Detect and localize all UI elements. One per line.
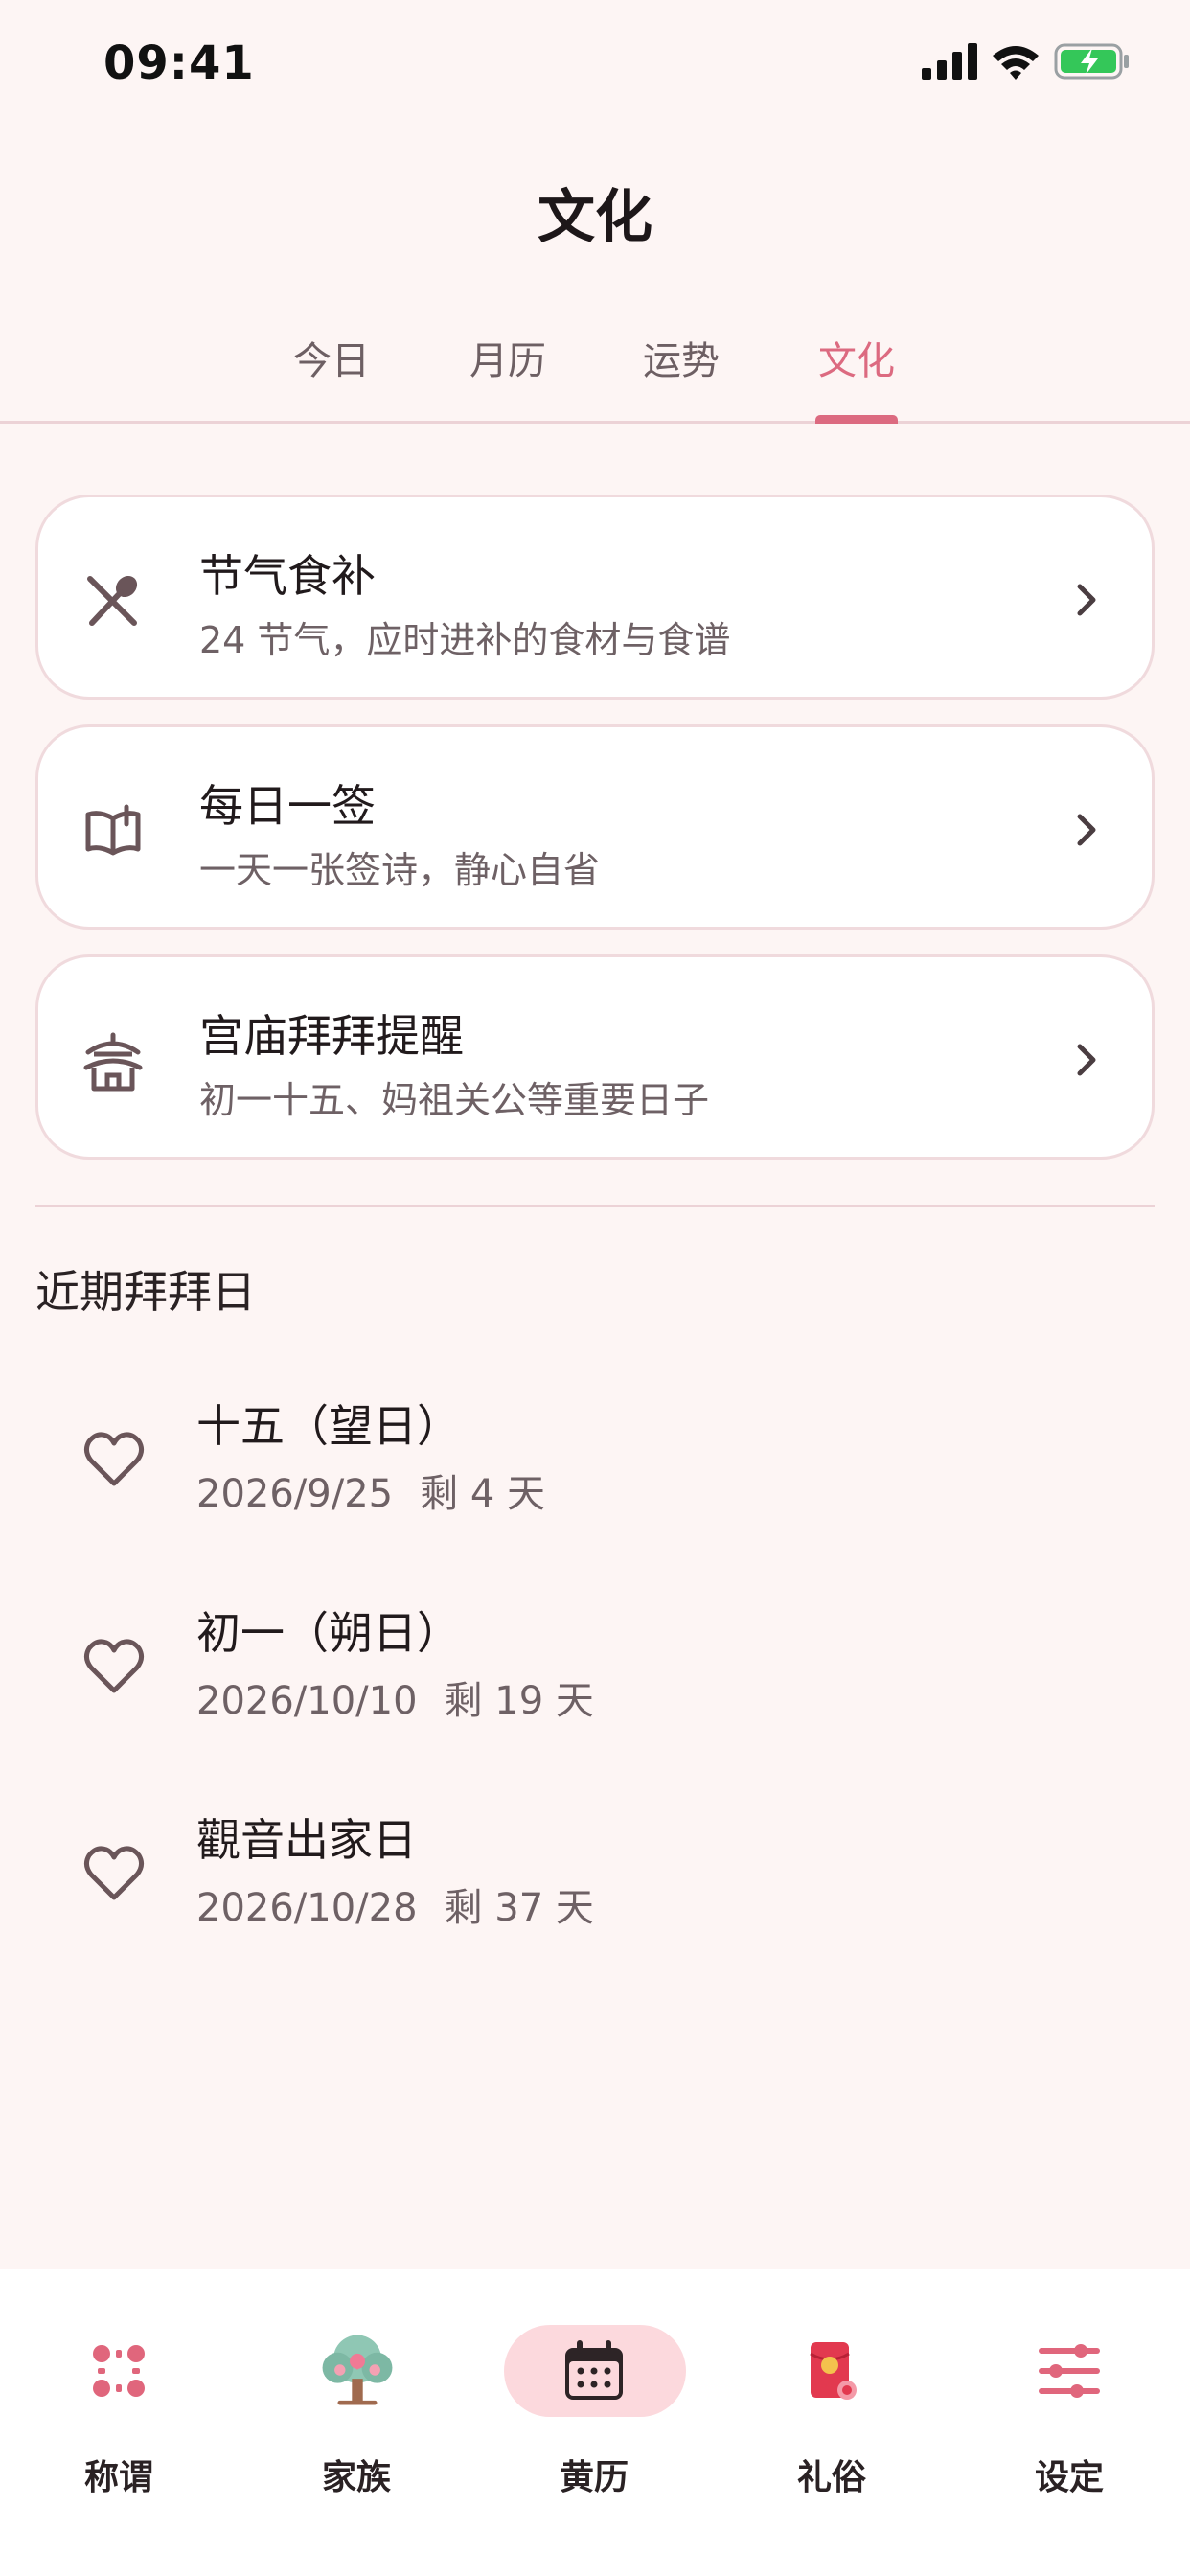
- event-date-value: 2026/10/10: [196, 1679, 418, 1723]
- list-item[interactable]: 初一（朔日） 2026/10/10 剩 19 天: [35, 1591, 1155, 1754]
- status-icons: [922, 42, 1131, 80]
- nav-item-titles[interactable]: 称谓: [23, 2298, 215, 2497]
- card-subtitle: 一天一张签诗，静心自省: [199, 849, 601, 891]
- card-title: 每日一签: [199, 780, 376, 832]
- event-remaining: 剩 19 天: [444, 1679, 594, 1723]
- nav-label: 黄历: [559, 2458, 629, 2497]
- red-envelope-icon: [810, 2342, 857, 2400]
- cellular-signal-icon: [922, 43, 977, 80]
- event-title: 十五（望日）: [196, 1400, 461, 1452]
- heart-icon: [83, 1639, 145, 1693]
- nav-label: 称谓: [83, 2458, 153, 2497]
- event-title: 觀音出家日: [196, 1814, 417, 1866]
- event-date-value: 2026/10/28: [196, 1886, 418, 1930]
- event-date: 2026/9/25 剩 4 天: [196, 1462, 545, 1518]
- family-tree-icon: [322, 2334, 393, 2405]
- event-date: 2026/10/28 剩 37 天: [196, 1876, 594, 1932]
- nav-label: 家族: [321, 2458, 391, 2497]
- list-item[interactable]: 觀音出家日 2026/10/28 剩 37 天: [35, 1798, 1155, 1961]
- card-title: 宫庙拜拜提醒: [199, 1010, 464, 1062]
- event-remaining: 剩 37 天: [444, 1886, 594, 1930]
- nav-item-settings[interactable]: 设定: [973, 2298, 1165, 2497]
- event-remaining: 剩 4 天: [420, 1472, 545, 1516]
- page-title: 文化: [538, 184, 652, 251]
- book-open-icon: [85, 804, 141, 856]
- event-date-value: 2026/9/25: [196, 1472, 394, 1516]
- card-daily-fortune-stick[interactable]: 每日一签 一天一张签诗，静心自省: [35, 724, 1155, 930]
- section-title-upcoming: 近期拜拜日: [35, 1266, 256, 1318]
- nav-label: 设定: [1034, 2458, 1104, 2497]
- nav-label: 礼俗: [796, 2458, 866, 2497]
- dots-grid-icon: [93, 2345, 145, 2397]
- event-title: 初一（朔日）: [196, 1607, 461, 1659]
- heart-icon: [83, 1432, 145, 1486]
- card-subtitle: 24 节气，应时进补的食材与食谱: [199, 619, 731, 661]
- active-tab-indicator: [815, 415, 898, 424]
- nav-item-almanac[interactable]: 黄历: [498, 2298, 690, 2497]
- status-time: 09:41: [103, 36, 255, 90]
- list-item[interactable]: 十五（望日） 2026/9/25 剩 4 天: [35, 1384, 1155, 1547]
- chevron-right-icon: [1077, 584, 1096, 616]
- section-divider: [35, 1205, 1155, 1208]
- card-title: 节气食补: [199, 550, 376, 602]
- tab-today[interactable]: 今日: [264, 330, 399, 385]
- card-temple-reminder[interactable]: 宫庙拜拜提醒 初一十五、妈祖关公等重要日子: [35, 954, 1155, 1160]
- tab-fortune[interactable]: 运势: [614, 330, 748, 385]
- calendar-icon: [565, 2340, 623, 2400]
- wifi-icon: [993, 46, 1039, 80]
- chevron-right-icon: [1077, 1044, 1096, 1076]
- tab-bar: 今日 月历 运势 文化: [0, 307, 1190, 424]
- card-subtitle: 初一十五、妈祖关公等重要日子: [199, 1079, 710, 1121]
- nav-item-customs[interactable]: 礼俗: [736, 2298, 927, 2497]
- event-date: 2026/10/10 剩 19 天: [196, 1669, 594, 1725]
- temple-icon: [83, 1032, 143, 1092]
- battery-charging-icon: [1054, 43, 1129, 80]
- utensils-icon: [87, 575, 138, 626]
- chevron-right-icon: [1077, 814, 1096, 846]
- tab-calendar[interactable]: 月历: [441, 330, 575, 385]
- tab-culture[interactable]: 文化: [790, 330, 924, 385]
- bottom-navigation: 称谓 家族 黄历 礼俗 设定: [0, 2269, 1190, 2576]
- status-bar: 09:41: [0, 0, 1190, 134]
- nav-item-family[interactable]: 家族: [261, 2298, 452, 2497]
- heart-icon: [83, 1846, 145, 1900]
- card-solar-term-diet[interactable]: 节气食补 24 节气，应时进补的食材与食谱: [35, 494, 1155, 700]
- sliders-icon: [1039, 2344, 1100, 2398]
